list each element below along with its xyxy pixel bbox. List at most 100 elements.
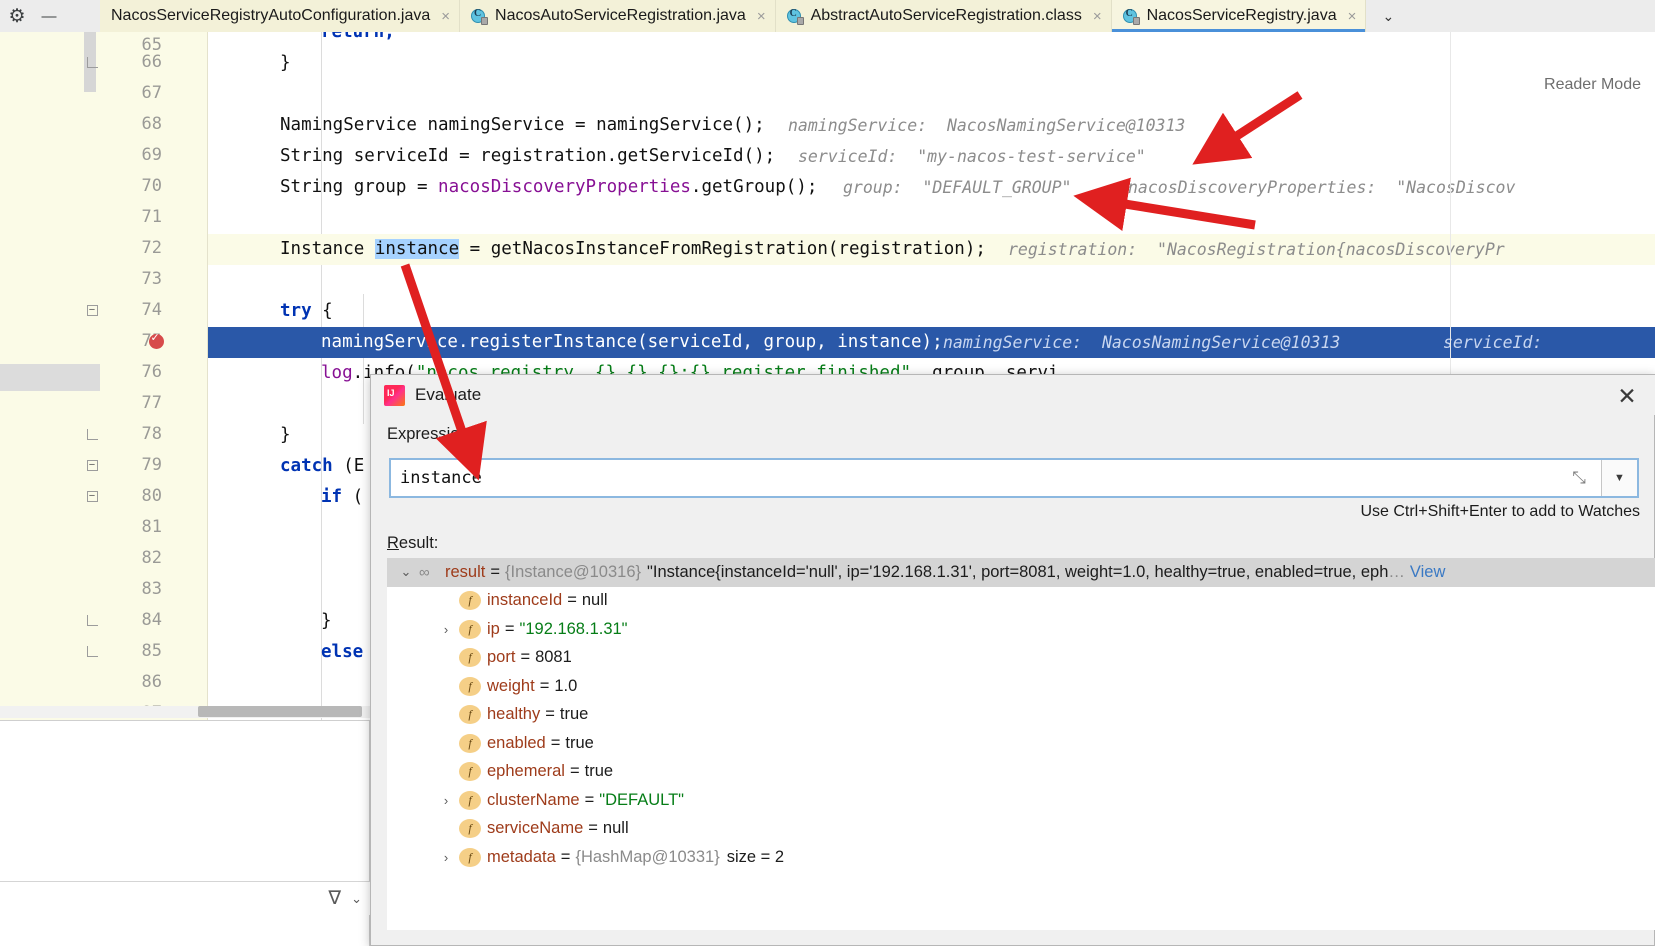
- inline-hint: group: "DEFAULT_GROUP": [843, 178, 1072, 197]
- editor-tab-bar: ⚙ — NacosServiceRegistryAutoConfiguratio…: [0, 0, 1655, 32]
- inline-hint: serviceId: "my-nacos-test-service": [798, 147, 1146, 166]
- code-row[interactable]: String group = nacosDiscoveryProperties.…: [208, 172, 1655, 203]
- chevron-right-icon[interactable]: ›: [433, 850, 459, 865]
- tree-node-name: metadata: [487, 847, 556, 866]
- tree-row-ephemeral[interactable]: f ephemeral = true: [387, 758, 1655, 787]
- code-text: NamingService namingService = namingServ…: [280, 115, 765, 135]
- chevron-down-icon[interactable]: ▼: [1601, 460, 1637, 496]
- chevron-down-icon[interactable]: ⌄: [1366, 0, 1411, 32]
- tree-node-value: true: [584, 762, 614, 781]
- editor-hscrollbar-thumb[interactable]: [198, 706, 362, 717]
- tree-row-result[interactable]: ⌄ ∞ result = {Instance@10316} "Instance{…: [387, 558, 1655, 587]
- field-icon: f: [459, 591, 481, 611]
- code-row[interactable]: NamingService namingService = namingServ…: [208, 110, 1655, 141]
- tree-node-value: "Instance{instanceId='null', ip='192.168…: [647, 562, 1389, 581]
- tree-node-value: null: [602, 819, 629, 838]
- reader-mode-label[interactable]: Reader Mode: [1544, 76, 1641, 94]
- code-row-caret[interactable]: Instance instance = getNacosInstanceFrom…: [208, 234, 1655, 265]
- chevron-down-icon[interactable]: ⌄: [393, 564, 419, 580]
- tree-node-value: true: [559, 705, 589, 724]
- tree-row-ip[interactable]: › f ip = "192.168.1.31": [387, 615, 1655, 644]
- tree-row-weight[interactable]: f weight = 1.0: [387, 672, 1655, 701]
- view-link[interactable]: View: [1410, 563, 1445, 582]
- field-icon: f: [459, 705, 481, 725]
- tree-node-name: port: [487, 648, 516, 667]
- inline-hint-2: serviceId:: [1443, 333, 1543, 352]
- code-row-executing[interactable]: namingService.registerInstance(serviceId…: [208, 327, 1655, 358]
- inline-hint: namingService: NacosNamingService@10313: [943, 333, 1341, 352]
- tab-nacos-service-registry[interactable]: C NacosServiceRegistry.java ×: [1111, 0, 1367, 32]
- code-text: else: [321, 642, 364, 662]
- close-icon[interactable]: ×: [1348, 9, 1357, 24]
- code-row[interactable]: }: [208, 48, 1655, 79]
- field-icon: f: [459, 790, 481, 810]
- tab-nacos-service-registry-auto-configuration[interactable]: NacosServiceRegistryAutoConfiguration.ja…: [100, 0, 461, 32]
- tree-node-typeref: {HashMap@10331}: [575, 847, 720, 866]
- tree-node-value: size = 2: [726, 847, 785, 866]
- result-label: Result:: [387, 534, 439, 552]
- expand-icon[interactable]: ⤡: [1557, 460, 1601, 496]
- tree-node-value: 1.0: [554, 676, 578, 695]
- tree-node-value: "192.168.1.31": [519, 619, 628, 638]
- expression-field-wrapper[interactable]: ⤡ ▼: [389, 458, 1639, 498]
- inline-hint-2: nacosDiscoveryProperties: "NacosDiscov: [1128, 178, 1516, 197]
- close-icon[interactable]: ×: [1093, 9, 1102, 24]
- debugger-pane-toolbar: ∇ ⌄: [0, 881, 370, 915]
- tree-row-enabled[interactable]: f enabled = true: [387, 729, 1655, 758]
- chevron-right-icon[interactable]: ›: [433, 622, 459, 637]
- tree-node-name: weight: [487, 676, 535, 695]
- dialog-title-bar: Evaluate: [371, 375, 1655, 415]
- code-text: }: [280, 53, 291, 73]
- java-class-icon: C: [1122, 8, 1140, 25]
- java-class-icon: C: [786, 8, 804, 25]
- code-row[interactable]: return;: [208, 32, 1655, 48]
- debugger-left-pane[interactable]: ∇ ⌄: [0, 721, 370, 946]
- close-icon[interactable]: ×: [441, 9, 450, 24]
- tree-row-metadata[interactable]: › f metadata = {HashMap@10331} size = 2: [387, 843, 1655, 872]
- tree-row-clusterName[interactable]: › f clusterName = "DEFAULT": [387, 786, 1655, 815]
- inline-hint: namingService: NacosNamingService@10313: [788, 116, 1186, 135]
- close-icon[interactable]: ✕: [1614, 383, 1640, 409]
- selected-token[interactable]: instance: [374, 239, 460, 259]
- tab-nacos-auto-service-registration[interactable]: C NacosAutoServiceRegistration.java ×: [460, 0, 776, 32]
- tab-label: NacosServiceRegistry.java: [1146, 7, 1337, 24]
- field-icon: f: [459, 819, 481, 839]
- expression-input[interactable]: [391, 460, 1557, 496]
- minimize-icon[interactable]: —: [38, 5, 60, 27]
- dialog-title: Evaluate: [415, 385, 482, 404]
- tree-node-name: ip: [487, 619, 500, 638]
- expression-label: Expression:: [387, 425, 474, 443]
- tree-node-name: ephemeral: [487, 762, 565, 781]
- code-row[interactable]: String serviceId = registration.getServi…: [208, 141, 1655, 172]
- code-text: }: [321, 611, 332, 631]
- tree-node-name: healthy: [487, 705, 541, 724]
- code-row[interactable]: try {: [208, 296, 1655, 327]
- watches-hint: Use Ctrl+Shift+Enter to add to Watches: [1360, 503, 1640, 520]
- tab-abstract-auto-service-registration[interactable]: C AbstractAutoServiceRegistration.class …: [775, 0, 1112, 32]
- tree-node-name: clusterName: [487, 790, 580, 809]
- code-text: String serviceId = registration.getServi…: [280, 146, 776, 166]
- tree-row-serviceName[interactable]: f serviceName = null: [387, 815, 1655, 844]
- tree-row-instanceId[interactable]: f instanceId = null: [387, 587, 1655, 616]
- java-class-icon: C: [471, 8, 489, 25]
- tree-node-value: 8081: [535, 648, 572, 667]
- breakpoint-marker[interactable]: [146, 326, 166, 357]
- field-icon: f: [459, 847, 481, 867]
- code-text: namingService.registerInstance(serviceId…: [321, 332, 943, 352]
- filter-icon[interactable]: ∇: [328, 887, 341, 910]
- field-icon: f: [459, 762, 481, 782]
- tree-node-name: serviceName: [487, 819, 584, 838]
- tree-node-name: result: [445, 562, 486, 581]
- close-icon[interactable]: ×: [757, 9, 766, 24]
- chevron-down-icon[interactable]: ⌄: [351, 891, 362, 907]
- result-tree[interactable]: ⌄ ∞ result = {Instance@10316} "Instance{…: [387, 558, 1655, 930]
- tree-row-healthy[interactable]: f healthy = true: [387, 701, 1655, 730]
- field-icon: f: [459, 648, 481, 668]
- gear-icon[interactable]: ⚙: [6, 5, 28, 27]
- ide-window: ⚙ — NacosServiceRegistryAutoConfiguratio…: [0, 0, 1655, 946]
- code-text: }: [280, 425, 291, 445]
- evaluate-dialog[interactable]: Evaluate ✕ Expression: ⤡ ▼ Use Ctrl+Shif…: [370, 374, 1655, 946]
- tree-row-port[interactable]: f port = 8081: [387, 644, 1655, 673]
- chevron-right-icon[interactable]: ›: [433, 793, 459, 808]
- tree-node-value: "DEFAULT": [599, 790, 685, 809]
